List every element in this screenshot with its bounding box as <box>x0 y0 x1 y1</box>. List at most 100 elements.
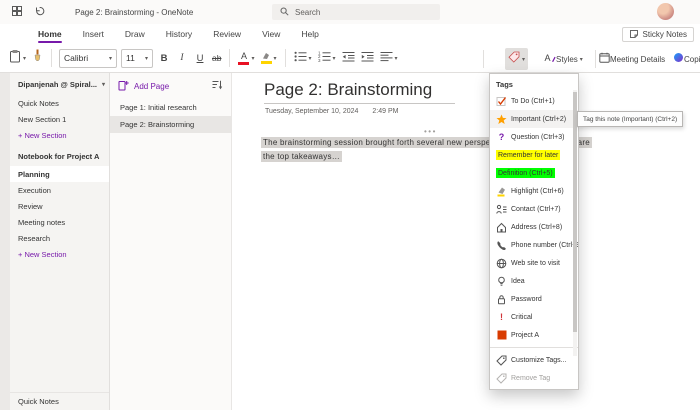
tag-item-to-do[interactable]: To Do (Ctrl+1) <box>490 92 578 110</box>
address-house-icon <box>496 222 507 233</box>
title-underline <box>264 103 455 104</box>
sidebar-item-planning[interactable]: Planning <box>10 166 109 182</box>
copilot-icon <box>673 50 684 68</box>
tag-item-highlight[interactable]: Highlight (Ctrl+6) <box>490 182 578 200</box>
paragraph-alignment-button[interactable]: ▾ <box>377 47 401 69</box>
tag-item-label: To Do (Ctrl+1) <box>511 97 555 105</box>
font-name-select[interactable]: Calibri ▾ <box>59 48 118 68</box>
tags-dropdown-menu: Tags To Do (Ctrl+1) Important (Ctrl+2) ?… <box>489 73 579 390</box>
sidebar-item-meeting-notes[interactable]: Meeting notes <box>10 214 109 230</box>
tag-item-label: Contact (Ctrl+7) <box>511 205 561 213</box>
question-mark-icon: ? <box>498 132 505 142</box>
sidebar-item-new-section-1[interactable]: New Section 1 <box>10 111 109 127</box>
tag-item-phone-number[interactable]: Phone number (Ctrl+9) <box>490 236 578 254</box>
tab-home[interactable]: Home <box>36 26 64 44</box>
clipboard-icon <box>9 49 21 68</box>
notebook-project-header[interactable]: Notebook for Project A <box>10 143 109 166</box>
tag-item-remember-for-later[interactable]: Remember for later <box>490 146 578 164</box>
styles-button[interactable]: A Styles ▾ <box>541 48 586 70</box>
contact-icon <box>496 204 507 215</box>
tag-item-contact[interactable]: Contact (Ctrl+7) <box>490 200 578 218</box>
notebook-switcher[interactable]: Dipanjenah @ Spiral... ▾ <box>10 73 109 95</box>
user-avatar[interactable] <box>657 3 674 20</box>
sticky-notes-button[interactable]: Sticky Notes <box>621 27 694 42</box>
font-size-select[interactable]: 11 ▾ <box>121 48 154 68</box>
tag-item-label: Address (Ctrl+8) <box>511 223 563 231</box>
tab-history[interactable]: History <box>164 26 194 44</box>
menu-separator <box>490 347 578 348</box>
tab-review[interactable]: Review <box>211 26 243 44</box>
increase-indent-button[interactable] <box>358 47 377 69</box>
italic-button[interactable]: I <box>173 47 191 69</box>
decrease-indent-button[interactable] <box>339 47 358 69</box>
tag-button[interactable]: ▾ <box>505 48 529 70</box>
tags-menu-scrollbar[interactable] <box>573 90 577 356</box>
sort-pages-icon[interactable] <box>212 80 223 92</box>
text-highlight-icon <box>260 52 272 64</box>
sidebar-item-research[interactable]: Research <box>10 230 109 246</box>
sidebar-item-review[interactable]: Review <box>10 198 109 214</box>
tag-item-label: Project A <box>511 331 540 339</box>
tab-insert[interactable]: Insert <box>81 26 106 44</box>
copilot-button[interactable]: Copilot <box>670 48 700 70</box>
tag-item-label: Definition (Ctrl+5) <box>496 168 555 178</box>
tag-item-label: Highlight (Ctrl+6) <box>511 187 564 195</box>
tag-item-password[interactable]: Password <box>490 290 578 308</box>
undo-icon[interactable] <box>34 3 45 21</box>
search-input[interactable]: Search <box>272 4 440 20</box>
tag-item-address[interactable]: Address (Ctrl+8) <box>490 218 578 236</box>
tag-item-project-a[interactable]: Project A <box>490 326 578 344</box>
tag-item-label: Remember for later <box>496 150 561 160</box>
page-title[interactable]: Page 2: Brainstorming <box>264 80 432 100</box>
project-square-icon <box>496 330 507 341</box>
add-section-button-top[interactable]: + New Section <box>10 127 109 143</box>
apps-grid-icon[interactable] <box>12 3 22 21</box>
font-color-button[interactable]: A ▾ <box>235 47 257 69</box>
numbered-list-icon: 123 <box>318 49 331 67</box>
customize-tags-button[interactable]: Customize Tags... <box>490 351 578 369</box>
window-title: Page 2: Brainstorming - OneNote <box>75 7 194 17</box>
divider <box>483 50 484 68</box>
bold-button[interactable]: B <box>155 47 173 69</box>
add-section-button-bottom[interactable]: + New Section <box>10 246 109 262</box>
tag-item-web-site[interactable]: Web site to visit <box>490 254 578 272</box>
underline-button[interactable]: U <box>191 47 209 69</box>
sidebar-item-execution[interactable]: Execution <box>10 182 109 198</box>
format-painter-button[interactable] <box>29 47 46 69</box>
tag-item-critical[interactable]: ! Critical <box>490 308 578 326</box>
customize-tags-icon <box>496 355 507 366</box>
page-list-item[interactable]: Page 1: Initial research <box>110 99 231 116</box>
scrollbar-thumb[interactable] <box>573 92 577 332</box>
selected-text-line-2[interactable]: the top takeaways… <box>261 150 342 162</box>
tag-item-idea[interactable]: Idea <box>490 272 578 290</box>
note-container-handle[interactable]: ••• <box>424 127 437 136</box>
strikethrough-button[interactable]: ab <box>209 47 224 69</box>
bullet-list-button[interactable]: ▾ <box>291 47 315 69</box>
chevron-down-icon: ▾ <box>251 55 255 62</box>
tab-draw[interactable]: Draw <box>123 26 147 44</box>
tag-item-important[interactable]: Important (Ctrl+2) <box>490 110 578 128</box>
add-page-button[interactable]: Add Page <box>110 73 231 99</box>
text-highlight-button[interactable]: ▾ <box>258 47 280 69</box>
tab-help[interactable]: Help <box>299 26 320 44</box>
bullet-list-icon <box>294 49 307 67</box>
sidebar-item-quick-notes[interactable]: Quick Notes <box>10 95 109 111</box>
decrease-indent-icon <box>342 49 355 67</box>
copilot-label: Copilot <box>684 54 700 64</box>
numbered-list-button[interactable]: 123 ▾ <box>315 47 339 69</box>
tag-item-question[interactable]: ? Question (Ctrl+3) <box>490 128 578 146</box>
paste-button[interactable]: ▾ <box>6 47 29 69</box>
titlebar: Page 2: Brainstorming - OneNote Search <box>0 0 700 24</box>
customize-tags-label: Customize Tags... <box>511 356 567 364</box>
tab-view[interactable]: View <box>260 26 282 44</box>
tag-item-definition[interactable]: Definition (Ctrl+5) <box>490 164 578 182</box>
calendar-icon <box>599 50 610 68</box>
chevron-down-icon: ▾ <box>308 55 312 62</box>
globe-icon <box>496 258 507 269</box>
styles-label: Styles <box>556 54 578 64</box>
critical-exclamation-icon: ! <box>500 312 503 322</box>
quick-notes-footer[interactable]: Quick Notes <box>10 392 109 410</box>
meeting-details-button[interactable]: Meeting Details <box>596 48 668 70</box>
page-list-item-selected[interactable]: Page 2: Brainstorming <box>110 116 231 133</box>
ribbon-tab-bar: Home Insert Draw History Review View Hel… <box>0 24 700 44</box>
